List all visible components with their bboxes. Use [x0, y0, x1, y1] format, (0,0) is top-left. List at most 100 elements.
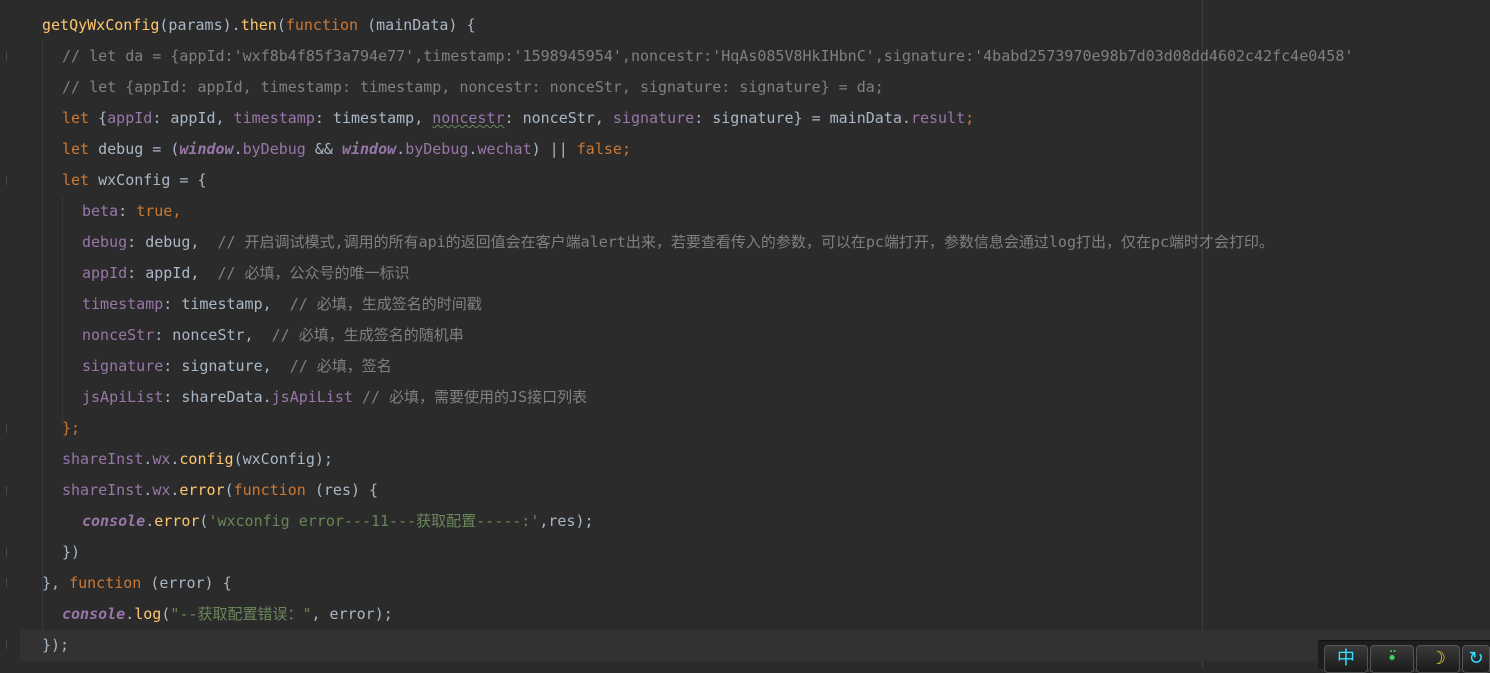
code-token: ; — [621, 140, 631, 158]
code-token: wx — [152, 481, 171, 499]
code-token: nonceStr — [82, 326, 155, 344]
code-token: byDebug — [405, 140, 469, 158]
code-token: timestamp — [82, 295, 164, 313]
ime-emoji-button[interactable]: •̈ — [1370, 645, 1414, 673]
code-line[interactable]: debug: debug, // 开启调试模式,调用的所有api的返回值会在客户… — [20, 227, 1490, 258]
code-token: error — [154, 512, 200, 530]
code-line[interactable]: nonceStr: nonceStr, // 必填，生成签名的随机串 — [20, 320, 1490, 351]
code-token: shareInst — [62, 450, 144, 468]
fold-marker[interactable] — [6, 424, 13, 433]
ime-toolbar: 中 •̈ ☽ ↻ — [1318, 640, 1490, 673]
fold-marker[interactable] — [6, 486, 13, 495]
code-token: ,res); — [539, 512, 594, 530]
code-comment: // 必填，需要使用的JS接口列表 — [352, 388, 588, 406]
code-comment: // 必填，公众号的唯一标识 — [199, 264, 410, 282]
code-token: : signature, — [163, 357, 272, 375]
fold-marker[interactable] — [6, 578, 13, 587]
code-token: let — [62, 171, 90, 189]
code-token: function — [285, 16, 359, 34]
code-line[interactable]: console.error('wxconfig error---11---获取配… — [20, 506, 1490, 537]
editor-gutter — [0, 0, 20, 668]
code-token: error — [179, 481, 225, 499]
code-token: function — [233, 481, 306, 499]
code-line[interactable]: getQyWxConfig(params).then(function (mai… — [20, 10, 1490, 41]
code-token: let — [62, 140, 90, 158]
code-token: window — [341, 140, 397, 158]
code-token: true — [136, 202, 173, 220]
code-token: ( — [276, 16, 286, 34]
code-token: : signature} = mainData. — [694, 109, 911, 127]
fold-marker[interactable] — [6, 548, 13, 557]
code-token: : nonceStr, — [504, 109, 613, 127]
code-token: . — [145, 512, 155, 530]
code-token: then — [240, 16, 277, 34]
code-token: debug = ( — [89, 140, 180, 158]
code-token: timestamp — [233, 109, 315, 127]
code-token: . — [396, 140, 406, 158]
code-line[interactable]: beta: true, — [20, 196, 1490, 227]
ime-chinese-mode-button[interactable]: 中 — [1324, 645, 1368, 673]
code-token: ) || — [531, 140, 577, 158]
code-token: , — [172, 202, 182, 220]
code-token: ; — [965, 109, 975, 127]
code-token: . — [233, 140, 243, 158]
code-token: shareInst — [62, 481, 144, 499]
code-string: 'wxconfig error---11---获取配置-----:' — [208, 512, 540, 530]
code-token: (res) { — [305, 481, 379, 499]
code-token: . — [143, 450, 153, 468]
code-token: getQyWxConfig — [42, 16, 160, 34]
code-line[interactable]: shareInst.wx.error(function (res) { — [20, 475, 1490, 506]
code-line[interactable]: console.log("--获取配置错误：", error); — [20, 599, 1490, 630]
code-line[interactable]: shareInst.wx.config(wxConfig); — [20, 444, 1490, 475]
code-token: : debug, — [127, 233, 200, 251]
fold-marker[interactable] — [6, 640, 13, 649]
fold-marker[interactable] — [6, 176, 13, 185]
code-line-current[interactable]: }); — [20, 630, 1490, 661]
code-line[interactable]: jsApiList: shareData.jsApiList // 必填，需要使… — [20, 382, 1490, 413]
code-line[interactable]: let debug = (window.byDebug && window.by… — [20, 134, 1490, 165]
code-token: log — [134, 605, 162, 623]
code-token: }, — [42, 574, 70, 592]
code-token: : appId, — [152, 109, 234, 127]
code-line[interactable]: }) — [20, 537, 1490, 568]
code-line[interactable]: let {appId: appId, timestamp: timestamp,… — [20, 103, 1490, 134]
ime-moon-icon[interactable]: ☽ — [1416, 645, 1460, 673]
code-token: signature — [612, 109, 695, 127]
code-line[interactable]: }; — [20, 413, 1490, 444]
code-token: : appId, — [127, 264, 200, 282]
code-token: function — [69, 574, 142, 592]
code-token: wechat — [477, 140, 532, 158]
code-line[interactable]: let wxConfig = { — [20, 165, 1490, 196]
code-token: : nonceStr, — [154, 326, 254, 344]
code-editor[interactable]: getQyWxConfig(params).then(function (mai… — [0, 0, 1490, 668]
code-token: config — [179, 450, 234, 468]
code-token: noncestr — [432, 109, 505, 127]
code-line[interactable]: // let {appId: appId, timestamp: timesta… — [20, 72, 1490, 103]
code-token: let — [62, 109, 90, 127]
code-token: (error) { — [141, 574, 232, 592]
code-line[interactable]: timestamp: timestamp, // 必填，生成签名的时间戳 — [20, 289, 1490, 320]
fold-marker[interactable] — [6, 52, 13, 61]
code-token: wxConfig = { — [89, 171, 207, 189]
code-token: appId — [82, 264, 128, 282]
code-line[interactable]: // let da = {appId:'wxf8b4f85f3a794e77',… — [20, 41, 1490, 72]
code-line[interactable]: }, function (error) { — [20, 568, 1490, 599]
ime-settings-button[interactable]: ↻ — [1462, 645, 1490, 673]
code-token: wx — [152, 450, 171, 468]
code-token: signature — [82, 357, 164, 375]
code-token: , error); — [311, 605, 393, 623]
code-token: . — [125, 605, 135, 623]
code-token: (mainData) { — [358, 16, 476, 34]
code-line[interactable]: signature: signature, // 必填，签名 — [20, 351, 1490, 382]
code-token: . — [143, 481, 153, 499]
code-token: byDebug — [242, 140, 306, 158]
code-token: jsApiList — [82, 388, 164, 406]
code-comment: // 必填，生成签名的时间戳 — [271, 295, 482, 313]
code-token: && — [305, 140, 342, 158]
code-line[interactable]: appId: appId, // 必填，公众号的唯一标识 — [20, 258, 1490, 289]
code-token: (params). — [159, 16, 241, 34]
code-token: }); — [42, 636, 70, 654]
code-token: jsApiList — [271, 388, 353, 406]
code-token: (wxConfig); — [233, 450, 333, 468]
code-token: : timestamp, — [163, 295, 272, 313]
